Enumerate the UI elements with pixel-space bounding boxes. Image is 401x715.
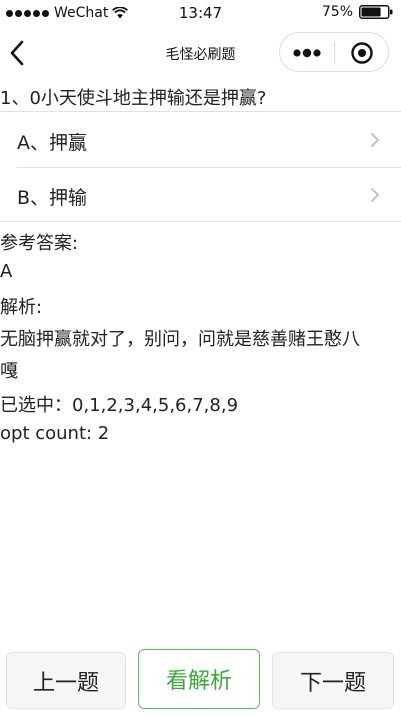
more-dots-icon[interactable] [292,45,322,61]
opt-count: opt count: 2 [0,423,110,444]
option-b[interactable]: B、押输 [0,168,401,222]
close-target-icon[interactable] [350,41,374,65]
question-text: 1、0小天使斗地主押输还是押赢? [0,88,267,109]
battery-percent: 75% [321,4,353,20]
chevron-right-icon [371,188,379,202]
miniprogram-capsule [279,32,389,72]
analysis-heading: 解析: [0,297,43,318]
answer-heading: 参考答案: [0,233,79,254]
status-right: 75% [322,4,393,20]
next-question-button[interactable]: 下一题 [272,652,394,709]
view-analysis-button[interactable]: 看解析 [138,649,260,709]
battery-icon [359,5,393,19]
chevron-right-icon [371,133,379,147]
option-a[interactable]: A、押赢 [0,113,401,167]
option-label: B、押输 [17,187,88,209]
options-bottom-divider [0,221,401,222]
option-label: A、押赢 [17,132,87,154]
question-divider [0,111,401,112]
status-bar: WeChat 13:47 75% [0,0,401,26]
nav-bar: 毛怪必刷题 [0,26,401,80]
answer-value: A [0,261,13,282]
analysis-text-line-2: 嘎 [0,361,18,382]
selected-options: 已选中：0,1,2,3,4,5,6,7,8,9 [0,395,239,416]
capsule-divider [334,42,335,64]
analysis-text-line-1: 无脑押赢就对了，别问，问就是慈善赌王憨八 [0,329,360,350]
prev-question-button[interactable]: 上一题 [6,652,126,709]
